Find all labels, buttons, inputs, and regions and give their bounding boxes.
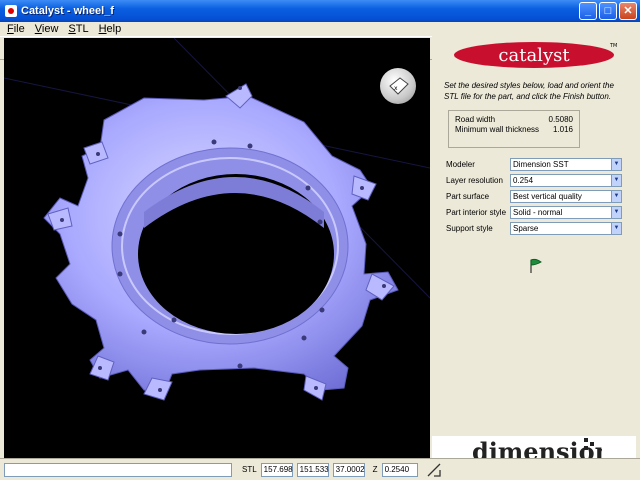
chevron-down-icon[interactable]: ▼ bbox=[611, 158, 621, 170]
window-title: Catalyst - wheel_f bbox=[21, 5, 114, 17]
setting-modeler: Modeler Dimension SST ▼ bbox=[446, 156, 624, 172]
svg-text:catalyst: catalyst bbox=[498, 45, 570, 66]
maximize-button[interactable]: □ bbox=[599, 2, 617, 20]
z-value-field: 0.2540 bbox=[381, 462, 418, 477]
setting-layer-resolution: Layer resolution 0.254 ▼ bbox=[446, 172, 624, 188]
chevron-down-icon[interactable]: ▼ bbox=[611, 190, 621, 202]
menu-file[interactable]: File bbox=[2, 23, 30, 35]
info-road-width: Road width 0.5080 bbox=[455, 115, 573, 124]
z-adjust-icon[interactable] bbox=[426, 462, 442, 478]
dim-y-field: 151.533 bbox=[296, 462, 329, 477]
interior-style-select[interactable]: Solid - normal ▼ bbox=[510, 205, 622, 219]
menu-bar: File View STL Help bbox=[0, 22, 640, 36]
part-model bbox=[4, 38, 430, 401]
settings-panel: catalyst TM Set the desired styles below… bbox=[432, 38, 636, 480]
setting-interior-style: Part interior style Solid - normal ▼ bbox=[446, 204, 624, 220]
layer-resolution-select[interactable]: 0.254 ▼ bbox=[510, 173, 622, 187]
close-button[interactable]: ✕ bbox=[619, 2, 637, 20]
orientation-cube[interactable]: x bbox=[380, 68, 416, 104]
status-message bbox=[4, 462, 232, 477]
title-bar: Catalyst - wheel_f _ □ ✕ bbox=[0, 0, 640, 22]
finish-flag-button[interactable] bbox=[528, 258, 544, 274]
info-min-wall: Minimum wall thickness 1.016 bbox=[455, 125, 573, 134]
status-bar: STL 157.698 151.533 37.0002 Z 0.2540 bbox=[0, 458, 640, 480]
svg-text:TM: TM bbox=[609, 43, 617, 49]
chevron-down-icon[interactable]: ▼ bbox=[611, 206, 621, 218]
z-label: Z bbox=[372, 465, 378, 474]
dim-x-field: 157.698 bbox=[260, 462, 293, 477]
catalyst-logo: catalyst TM bbox=[450, 40, 618, 70]
chevron-down-icon[interactable]: ▼ bbox=[611, 174, 621, 186]
setting-part-surface: Part surface Best vertical quality ▼ bbox=[446, 188, 624, 204]
chevron-down-icon[interactable]: ▼ bbox=[611, 222, 621, 234]
instructions-text: Set the desired styles below, load and o… bbox=[444, 81, 614, 101]
minimize-button[interactable]: _ bbox=[579, 2, 597, 20]
svg-text:x: x bbox=[394, 85, 398, 92]
settings-form: Modeler Dimension SST ▼ Layer resolution … bbox=[446, 156, 624, 236]
stl-label: STL bbox=[242, 465, 257, 474]
info-box: Road width 0.5080 Minimum wall thickness 1… bbox=[448, 110, 580, 148]
menu-help[interactable]: Help bbox=[94, 23, 127, 35]
setting-support-style: Support style Sparse ▼ bbox=[446, 220, 624, 236]
menu-view[interactable]: View bbox=[30, 23, 64, 35]
dim-z-field: 37.0002 bbox=[332, 462, 365, 477]
model-viewport[interactable]: x bbox=[4, 38, 430, 458]
app-icon[interactable] bbox=[5, 5, 17, 17]
menu-stl[interactable]: STL bbox=[63, 23, 93, 35]
part-surface-select[interactable]: Best vertical quality ▼ bbox=[510, 189, 622, 203]
support-style-select[interactable]: Sparse ▼ bbox=[510, 221, 622, 235]
modeler-select[interactable]: Dimension SST ▼ bbox=[510, 157, 622, 171]
